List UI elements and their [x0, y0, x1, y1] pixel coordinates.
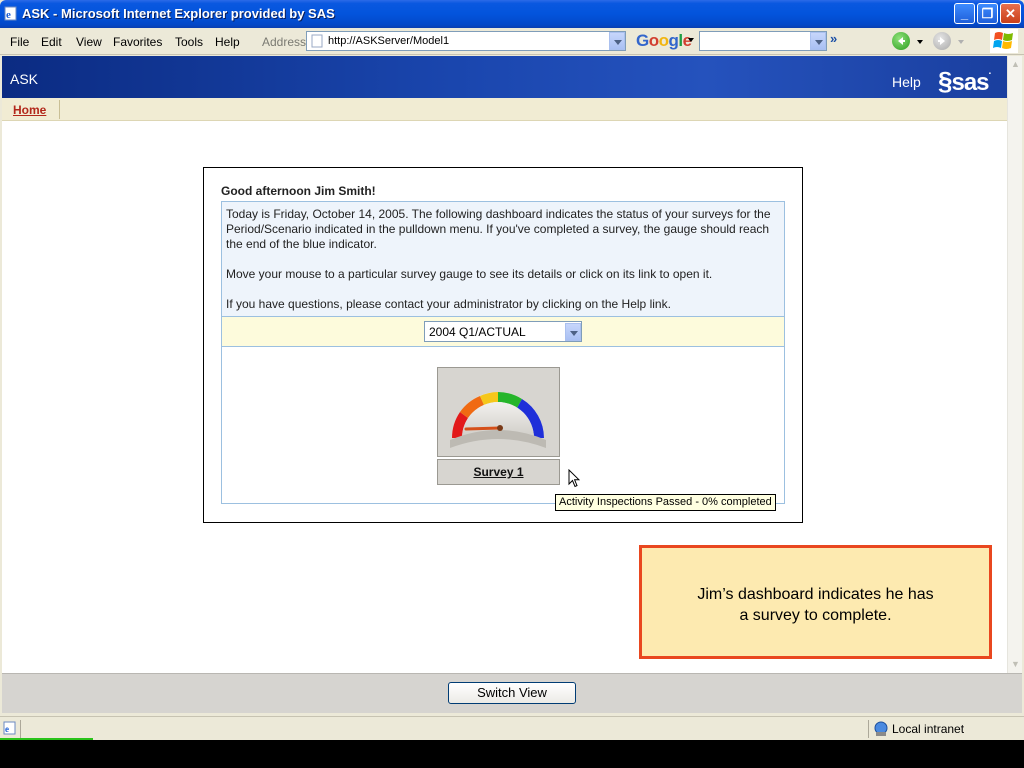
period-select-bar: 2004 Q1/ACTUAL	[222, 316, 784, 347]
app-header: ASK Help §sas.	[2, 56, 1007, 98]
period-select-value: 2004 Q1/ACTUAL	[429, 325, 526, 339]
survey-link-box: Survey 1	[437, 459, 560, 485]
ie-page-icon: e	[4, 6, 17, 21]
svg-text:e: e	[6, 9, 11, 21]
window-title: ASK - Microsoft Internet Explorer provid…	[22, 6, 335, 21]
sas-swirl-icon: §	[938, 66, 953, 96]
intro-paragraph-help: If you have questions, please contact yo…	[226, 297, 671, 311]
callout-box: Jim’s dashboard indicates he has a survey…	[639, 545, 992, 659]
page-icon	[311, 34, 323, 48]
vertical-scrollbar[interactable]: ▲ ▼	[1007, 56, 1022, 673]
forward-arrow-icon	[938, 37, 945, 45]
status-divider	[20, 720, 21, 738]
switch-view-button[interactable]: Switch View	[448, 682, 576, 704]
minimize-icon: _	[960, 6, 969, 21]
tab-divider	[59, 100, 60, 119]
period-scenario-select[interactable]: 2004 Q1/ACTUAL	[424, 321, 582, 342]
dashboard-box: Today is Friday, October 14, 2005. The f…	[221, 201, 785, 504]
back-history-arrow-icon[interactable]	[917, 40, 923, 44]
gauge-needle	[464, 426, 502, 431]
forward-history-arrow-icon[interactable]	[958, 40, 964, 44]
status-page-icon: e	[3, 721, 16, 735]
restore-icon: ❐	[981, 6, 994, 21]
callout-line-2: a survey to complete.	[739, 607, 892, 624]
google-toolbar-logo[interactable]: Google	[636, 31, 692, 51]
survey-link[interactable]: Survey 1	[473, 465, 523, 479]
back-arrow-icon	[898, 37, 905, 45]
status-bar: e Local intranet	[0, 716, 1024, 740]
menu-file[interactable]: File	[10, 35, 29, 49]
scroll-down-icon[interactable]: ▼	[1009, 658, 1022, 671]
back-button[interactable]	[892, 32, 910, 50]
google-search-dropdown[interactable]	[810, 32, 826, 50]
title-bar[interactable]: e ASK - Microsoft Internet Explorer prov…	[0, 0, 1024, 28]
windows-logo-icon	[990, 29, 1018, 53]
close-button[interactable]: ✕	[1000, 3, 1021, 24]
svg-text:e: e	[5, 724, 9, 734]
browser-window: e ASK - Microsoft Internet Explorer prov…	[0, 0, 1024, 740]
menu-favorites[interactable]: Favorites	[113, 35, 162, 49]
page-content: ASK Help §sas. Home Good afternoon Jim S…	[2, 56, 1007, 673]
security-zone-label: Local intranet	[892, 722, 965, 736]
restore-button[interactable]: ❐	[977, 3, 998, 24]
intro-paragraph-status: Today is Friday, October 14, 2005. The f…	[226, 207, 771, 251]
chevron-down-icon[interactable]	[565, 323, 581, 341]
mouse-cursor-icon	[568, 469, 580, 488]
menu-edit[interactable]: Edit	[41, 35, 62, 49]
forward-button[interactable]	[933, 32, 951, 50]
minimize-button[interactable]: _	[954, 3, 975, 24]
gauge-icon	[450, 392, 546, 448]
help-link[interactable]: Help	[892, 74, 921, 90]
address-bar[interactable]: http://ASKServer/Model1	[306, 31, 626, 51]
toolbar-more-chevron[interactable]: »	[830, 31, 837, 46]
local-intranet-icon	[874, 721, 888, 736]
menu-view[interactable]: View	[76, 35, 102, 49]
app-name: ASK	[10, 71, 39, 87]
address-label: Address	[262, 35, 307, 49]
gauge-tooltip: Activity Inspections Passed - 0% complet…	[555, 494, 776, 511]
close-icon: ✕	[1005, 6, 1016, 21]
sas-logo: §sas.	[938, 66, 991, 96]
intro-text-area: Today is Friday, October 14, 2005. The f…	[222, 202, 784, 316]
google-menu-arrow-icon[interactable]	[688, 38, 694, 42]
menu-help[interactable]: Help	[215, 35, 240, 49]
callout-line-1: Jim’s dashboard indicates he has	[697, 586, 934, 603]
footer-bar: Switch View	[2, 673, 1022, 713]
nav-tab-strip: Home	[2, 98, 1007, 121]
sas-logo-text: sas	[951, 69, 989, 96]
tab-home[interactable]: Home	[13, 103, 46, 117]
address-dropdown-button[interactable]	[609, 32, 625, 50]
status-divider	[868, 720, 869, 738]
dashboard-panel: Good afternoon Jim Smith! Today is Frida…	[203, 167, 803, 523]
google-search-input[interactable]	[699, 31, 827, 51]
address-url: http://ASKServer/Model1	[328, 35, 450, 47]
greeting-text: Good afternoon Jim Smith!	[221, 184, 376, 198]
survey-gauge[interactable]	[437, 367, 560, 457]
intro-paragraph-instructions: Move your mouse to a particular survey g…	[226, 267, 713, 281]
scroll-up-icon[interactable]: ▲	[1009, 58, 1022, 71]
menu-tools[interactable]: Tools	[175, 35, 203, 49]
status-progress-line	[0, 738, 93, 740]
